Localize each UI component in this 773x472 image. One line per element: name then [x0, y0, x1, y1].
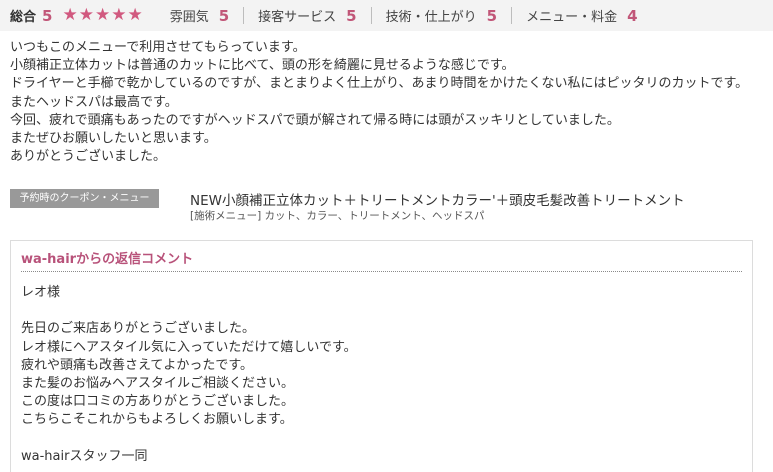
review-line: ドライヤーと手櫛で乾かしているのですが、まとまりよく仕上がり、あまり時間をかけた… — [10, 76, 749, 92]
overall-rating-score: 5 — [42, 6, 53, 25]
rating-menu-price-label: メニュー・料金 — [526, 10, 618, 25]
reply-line: この度は口コミの方ありがとうございました。 — [21, 394, 295, 410]
coupon-menu-detail: [施術メニュー] カット、カラー、トリートメント、ヘッドスパ — [190, 210, 485, 222]
reply-line: wa-hairスタッフ一同 — [21, 448, 148, 464]
reply-line: レオ様にヘアスタイル気に入っていただけて嬉しいです。 — [21, 339, 357, 355]
reply-body: レオ様 先日のご来店ありがとうございました。 レオ様にヘアスタイル気に入っていた… — [21, 284, 357, 466]
overall-rating-label: 総合 — [10, 10, 37, 25]
review-line: いつもこのメニューで利用させてもらっています。 — [10, 40, 306, 55]
rating-technique-label: 技術・仕上がり — [385, 10, 477, 25]
overall-rating: 総合 5 ★ ★ ★ ★ ★ — [10, 6, 144, 26]
rating-atmosphere-score: 5 — [218, 6, 230, 25]
review-line: またぜひお願いしたいと思います。 — [10, 131, 217, 147]
star-rating: ★ ★ ★ ★ ★ — [62, 7, 143, 24]
star-icon: ★ — [111, 5, 127, 25]
rating-service-score: 5 — [346, 6, 357, 25]
rating-menu-price: メニュー・料金 4 — [511, 6, 651, 25]
rating-summary-bar: 総合 5 ★ ★ ★ ★ ★ 雰囲気 5 接客サービス 5 技術・仕上がり 5 … — [0, 0, 773, 31]
rating-technique-score: 5 — [486, 6, 498, 25]
rating-atmosphere: 雰囲気 5 — [169, 6, 243, 26]
reply-line — [21, 302, 357, 320]
review-text: いつもこのメニューで利用させてもらっています。 小顔補正立体カットは普通のカット… — [10, 39, 748, 166]
star-icon: ★ — [78, 5, 94, 25]
reply-line: また髪のお悩みヘアスタイルご相談ください。 — [21, 376, 295, 391]
review-line: ありがとうございました。 — [10, 149, 167, 165]
coupon-badge: 予約時のクーポン・メニュー — [10, 189, 159, 208]
review-line: 小顔補正立体カットは普通のカットに比べて、頭の形を綺麗に見せるような感じです。 — [10, 58, 515, 74]
rating-atmosphere-label: 雰囲気 — [169, 10, 209, 25]
rating-technique: 技術・仕上がり 5 — [370, 6, 511, 25]
review-line: またヘッドスパは最高です。 — [10, 94, 178, 110]
star-icon: ★ — [62, 5, 78, 25]
reply-line: 先日のご来店ありがとうございました。 — [21, 321, 256, 337]
reply-title: wa-hairからの返信コメント — [21, 252, 194, 267]
reply-line: 疲れや頭痛も改善さえてよかったです。 — [21, 357, 254, 373]
star-icon: ★ — [94, 5, 111, 25]
salon-reply-box: wa-hairからの返信コメント レオ様 先日のご来店ありがとうございました。 … — [10, 240, 753, 472]
reply-line — [21, 430, 357, 448]
coupon-title-link[interactable]: NEW小顔補正立体カット＋トリートメントカラー'＋頭皮毛髪改善トリートメント — [190, 189, 685, 209]
star-icon: ★ — [127, 5, 143, 25]
rating-service: 接客サービス 5 — [243, 6, 370, 25]
review-line: 今回、疲れで頭痛もあったのですがヘッドスパで頭が解されて帰る時には頭がスッキリと… — [10, 112, 620, 128]
rating-service-label: 接客サービス — [258, 10, 337, 25]
reply-divider — [21, 271, 742, 272]
rating-menu-price-score: 4 — [627, 6, 638, 25]
reply-line: レオ様 — [21, 285, 61, 300]
reply-line: こちらこそこれからもよろしくお願いします。 — [21, 412, 293, 428]
